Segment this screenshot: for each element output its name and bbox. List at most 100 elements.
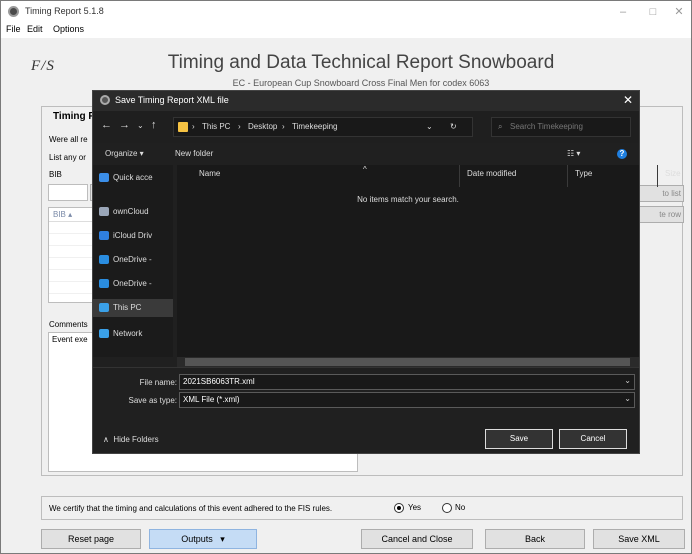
- title-bar: Timing Report 5.1.8 – □ ✕: [1, 1, 691, 23]
- column-divider: [567, 165, 568, 187]
- address-bar[interactable]: › This PC › Desktop › Timekeeping ⌄ ↻: [173, 117, 473, 137]
- comments-label: Comments: [49, 320, 88, 329]
- back-arrow-icon[interactable]: ←: [101, 119, 112, 131]
- address-dropdown-icon[interactable]: ⌄: [426, 122, 433, 131]
- bib-input[interactable]: [48, 184, 88, 201]
- cancel-close-button[interactable]: Cancel and Close: [361, 529, 473, 549]
- view-options-icon[interactable]: ☷ ▾: [567, 149, 580, 158]
- horizontal-scrollbar[interactable]: [177, 357, 639, 367]
- sidebar-item-onedrive-2[interactable]: OneDrive -: [93, 275, 173, 293]
- column-date-modified[interactable]: Date modified: [467, 169, 516, 178]
- chevron-down-icon[interactable]: ⌄: [624, 376, 631, 385]
- column-size[interactable]: Size: [665, 169, 681, 178]
- menu-file[interactable]: File: [6, 24, 21, 34]
- certify-text: We certify that the timing and calculati…: [49, 504, 333, 513]
- sidebar-item-icloud[interactable]: iCloud Driv: [93, 227, 173, 245]
- breadcrumb-this-pc[interactable]: This PC: [202, 122, 230, 131]
- hide-folders-label: Hide Folders: [113, 435, 159, 444]
- icloud-icon: [99, 231, 109, 240]
- reset-page-button[interactable]: Reset page: [41, 529, 141, 549]
- file-name-value: 2021SB6063TR.xml: [183, 377, 255, 386]
- sidebar-item-network[interactable]: Network: [93, 325, 173, 343]
- new-folder-button[interactable]: New folder: [175, 149, 213, 158]
- help-icon[interactable]: ?: [617, 149, 627, 159]
- report-title: Timing and Data Technical Report Snowboa…: [167, 52, 555, 73]
- star-icon: [99, 173, 109, 182]
- save-xml-button[interactable]: Save XML: [593, 529, 685, 549]
- outputs-button[interactable]: Outputs ▾: [149, 529, 257, 549]
- window-title: Timing Report 5.1.8: [25, 6, 104, 16]
- menu-options[interactable]: Options: [53, 24, 84, 34]
- sidebar-item-onedrive-1[interactable]: OneDrive -: [93, 251, 173, 269]
- add-to-list-button[interactable]: to list: [636, 185, 684, 202]
- forward-arrow-icon[interactable]: →: [119, 119, 130, 131]
- save-area: File name: 2021SB6063TR.xml ⌄ Save as typ…: [93, 367, 639, 453]
- file-name-field[interactable]: 2021SB6063TR.xml ⌄: [179, 374, 635, 390]
- dialog-app-icon: [100, 95, 110, 105]
- sidebar-item-this-pc[interactable]: This PC: [93, 299, 173, 317]
- yes-radio[interactable]: [394, 503, 404, 513]
- column-divider: [459, 165, 460, 187]
- minimize-button[interactable]: –: [613, 4, 633, 20]
- file-name-label: File name:: [139, 378, 177, 387]
- dialog-cancel-button[interactable]: Cancel: [559, 429, 627, 449]
- folder-icon: [178, 122, 188, 132]
- maximize-button[interactable]: □: [643, 4, 663, 20]
- sidebar-label: Quick acce: [113, 173, 153, 182]
- chevron-down-icon[interactable]: ⌄: [624, 394, 631, 403]
- panel-title: Timing P: [53, 111, 96, 122]
- breadcrumb-desktop[interactable]: Desktop: [248, 122, 277, 131]
- scrollbar-thumb[interactable]: [185, 358, 630, 366]
- no-radio[interactable]: [442, 503, 452, 513]
- save-dialog: Save Timing Report XML file ✕ ← → ⌄ ↑ › …: [92, 90, 681, 454]
- column-name[interactable]: Name: [199, 169, 220, 178]
- close-button[interactable]: ✕: [669, 4, 689, 20]
- up-arrow-icon[interactable]: ↑: [151, 119, 157, 131]
- list-text: List any or: [49, 153, 86, 162]
- navigation-pane: Quick acce ownCloud iCloud Driv OneDrive…: [93, 165, 173, 357]
- column-divider: [657, 165, 658, 187]
- certify-box: We certify that the timing and calculati…: [41, 496, 683, 520]
- sidebar-item-quick-access[interactable]: Quick acce: [93, 169, 173, 187]
- report-subtitle: EC - European Cup Snowboard Cross Final …: [232, 78, 490, 88]
- app-icon: [8, 6, 19, 17]
- fis-logo: F/S: [31, 58, 55, 74]
- menu-bar: File Edit Options: [1, 23, 691, 38]
- save-type-value: XML File (*.xml): [183, 395, 240, 404]
- no-label: No: [455, 503, 466, 512]
- bib-column-label: BIB: [53, 210, 66, 219]
- hide-folders-button[interactable]: ∧ Hide Folders: [103, 435, 159, 444]
- delete-row-button[interactable]: te row: [636, 206, 684, 223]
- sidebar-item-owncloud[interactable]: ownCloud: [93, 203, 173, 221]
- comments-value: Event exe: [52, 335, 88, 344]
- menu-edit[interactable]: Edit: [27, 24, 43, 34]
- breadcrumb-timekeeping[interactable]: Timekeeping: [292, 122, 338, 131]
- breadcrumb-sep: ›: [282, 122, 285, 131]
- back-button[interactable]: Back: [485, 529, 585, 549]
- refresh-icon[interactable]: ↻: [450, 122, 457, 131]
- dialog-save-button[interactable]: Save: [485, 429, 553, 449]
- search-icon: ⌕: [498, 122, 503, 131]
- save-type-select[interactable]: XML File (*.xml) ⌄: [179, 392, 635, 408]
- onedrive-icon: [99, 255, 109, 264]
- network-icon: [99, 329, 109, 338]
- cloud-icon: [99, 207, 109, 216]
- onedrive-icon: [99, 279, 109, 288]
- organize-button[interactable]: Organize ▾: [105, 149, 144, 158]
- column-type[interactable]: Type: [575, 169, 592, 178]
- dialog-toolbar: Organize ▾ New folder ☷ ▾ ?: [93, 143, 639, 165]
- yes-label: Yes: [408, 503, 422, 512]
- question-text: Were all re: [49, 135, 88, 144]
- search-box[interactable]: ⌕ Search Timekeeping: [491, 117, 631, 137]
- file-list[interactable]: Name ^ Date modified Type Size No items …: [177, 165, 681, 357]
- sidebar-label: iCloud Driv: [113, 231, 153, 240]
- empty-message: No items match your search.: [357, 195, 459, 204]
- sort-indicator-icon: ^: [363, 165, 367, 174]
- search-placeholder: Search Timekeeping: [510, 122, 583, 131]
- chevron-down-icon[interactable]: ⌄: [137, 121, 144, 130]
- outputs-label: Outputs: [181, 534, 213, 544]
- sidebar-label: ownCloud: [113, 207, 149, 216]
- dialog-close-icon[interactable]: ✕: [623, 93, 633, 107]
- sidebar-label: This PC: [113, 303, 142, 312]
- sidebar-label: Network: [113, 329, 143, 338]
